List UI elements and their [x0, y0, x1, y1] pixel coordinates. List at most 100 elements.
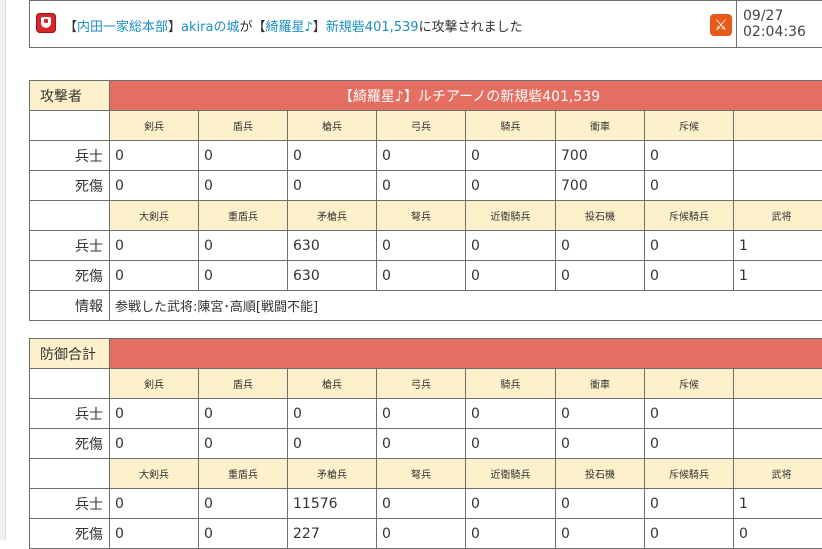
- casualty-count: 0: [199, 519, 288, 549]
- unit-header: 武将: [734, 459, 822, 489]
- banner-text: 】: [404, 89, 418, 105]
- soldier-count: 630: [288, 231, 377, 261]
- casualty-count: 0: [645, 171, 734, 201]
- soldier-count: 0: [556, 231, 645, 261]
- alliance-link[interactable]: 内田一家総本部: [77, 20, 168, 35]
- soldier-count: 0: [556, 399, 645, 429]
- unit-header: 騎兵: [466, 369, 556, 399]
- soldier-count: 0: [110, 399, 199, 429]
- casualty-count: 0: [466, 519, 556, 549]
- casualty-count: 0: [466, 429, 556, 459]
- attacker-banner: 【綺羅星♪】ルチアーノの新規砦401,539: [110, 81, 822, 111]
- soldier-count: 0: [199, 231, 288, 261]
- soldier-count: 0: [288, 141, 377, 171]
- attacker-alliance-link[interactable]: 綺羅星♪: [353, 89, 404, 105]
- banner-text: 【: [339, 89, 353, 105]
- unit-header: 斥候騎兵: [645, 201, 734, 231]
- soldier-count: 0: [377, 399, 466, 429]
- soldier-count: 0: [645, 141, 734, 171]
- unit-header: 近衛騎兵: [466, 201, 556, 231]
- casualty-count: 0: [377, 261, 466, 291]
- report-subject-cell: 【内田一家総本部】akiraの城が【綺羅星♪】新規砦401,539に攻撃されまし…: [30, 1, 737, 48]
- shield-icon: [36, 13, 56, 33]
- battle-info: 参戦した武将:陳宮･高順[戦闘不能]: [110, 291, 822, 321]
- casualty-count: 0: [734, 519, 822, 549]
- unit-header: 弓兵: [377, 369, 466, 399]
- casualty-count: 0: [377, 429, 466, 459]
- soldier-count: 0: [556, 489, 645, 519]
- soldier-count: [734, 399, 822, 429]
- soldier-count: 0: [645, 489, 734, 519]
- unit-header: 投石機: [556, 201, 645, 231]
- unit-header: [734, 111, 822, 141]
- casualty-count: 0: [556, 429, 645, 459]
- casualty-count: [734, 171, 822, 201]
- blank-cell: [30, 459, 110, 489]
- casualty-count: 0: [556, 519, 645, 549]
- casualties-label: 死傷: [30, 519, 110, 549]
- casualties-label: 死傷: [30, 171, 110, 201]
- casualty-count: 0: [199, 261, 288, 291]
- soldiers-label: 兵士: [30, 231, 110, 261]
- unit-header: 大剣兵: [110, 459, 199, 489]
- casualty-count: 0: [466, 171, 556, 201]
- info-label: 情報: [30, 291, 110, 321]
- casualty-count: [734, 429, 822, 459]
- unit-header: 重盾兵: [199, 201, 288, 231]
- casualty-count: 0: [377, 171, 466, 201]
- unit-header: 斥候: [645, 369, 734, 399]
- casualty-count: 0: [288, 429, 377, 459]
- attacker-alliance-link[interactable]: 綺羅星♪: [265, 20, 312, 35]
- unit-header: 矛槍兵: [288, 201, 377, 231]
- soldier-count: 0: [199, 399, 288, 429]
- casualties-label: 死傷: [30, 429, 110, 459]
- casualty-count: 0: [288, 171, 377, 201]
- unit-header: 槍兵: [288, 111, 377, 141]
- unit-header: 弩兵: [377, 201, 466, 231]
- attacker-player-link[interactable]: ルチアーノ: [418, 89, 486, 105]
- casualty-count: 700: [556, 171, 645, 201]
- attacker-role-label: 攻撃者: [30, 81, 110, 111]
- unit-header: 槍兵: [288, 369, 377, 399]
- soldier-count: 0: [377, 489, 466, 519]
- subject-text: 】: [313, 20, 326, 35]
- soldier-count: 1: [734, 489, 822, 519]
- casualty-count: 0: [466, 261, 556, 291]
- left-page-edge: [0, 0, 6, 540]
- casualty-count: 630: [288, 261, 377, 291]
- unit-header: 剣兵: [110, 111, 199, 141]
- casualty-count: 0: [199, 171, 288, 201]
- unit-header: 衝車: [556, 111, 645, 141]
- subject-text: が【: [239, 20, 265, 35]
- soldier-count: 11576: [288, 489, 377, 519]
- soldier-count: 700: [556, 141, 645, 171]
- soldier-count: 0: [199, 489, 288, 519]
- soldier-count: 0: [645, 399, 734, 429]
- soldier-count: 0: [466, 399, 556, 429]
- soldier-count: 0: [377, 141, 466, 171]
- subject-text: に攻撃されました: [419, 20, 523, 35]
- attack-icon: ⚔: [710, 14, 732, 36]
- unit-header: 騎兵: [466, 111, 556, 141]
- casualties-label: 死傷: [30, 261, 110, 291]
- castle-link[interactable]: akiraの城: [181, 20, 239, 35]
- attacker-base-link[interactable]: 新規砦401,539: [500, 89, 600, 105]
- blank-cell: [30, 369, 110, 399]
- unit-header: 斥候騎兵: [645, 459, 734, 489]
- soldier-count: 1: [734, 231, 822, 261]
- unit-header: 武将: [734, 201, 822, 231]
- casualty-count: 0: [110, 429, 199, 459]
- casualty-count: 0: [556, 261, 645, 291]
- unit-header: 重盾兵: [199, 459, 288, 489]
- time-text: 02:04:36: [743, 24, 822, 40]
- soldier-count: 0: [466, 489, 556, 519]
- soldier-count: 0: [466, 231, 556, 261]
- unit-header: 大剣兵: [110, 201, 199, 231]
- casualty-count: 0: [645, 261, 734, 291]
- casualty-count: 0: [110, 519, 199, 549]
- soldier-count: 0: [110, 141, 199, 171]
- unit-header: 近衛騎兵: [466, 459, 556, 489]
- attacker-base-link[interactable]: 新規砦401,539: [326, 20, 419, 35]
- report-header-table: 件名 日付 【内田一家総本部】akiraの城が【綺羅星♪】新規砦401,539に…: [29, 0, 822, 48]
- attacker-table: 攻撃者 【綺羅星♪】ルチアーノの新規砦401,539 剣兵 盾兵 槍兵 弓兵 騎…: [29, 80, 822, 321]
